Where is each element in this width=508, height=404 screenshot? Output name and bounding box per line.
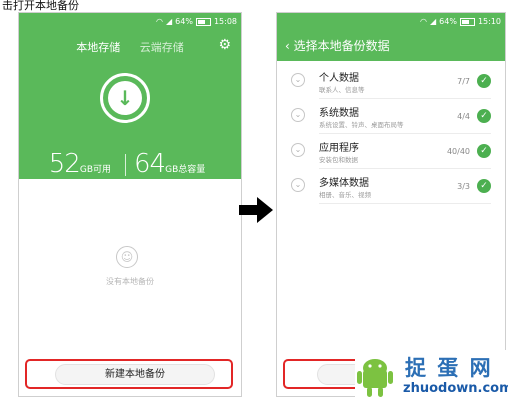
signal-icon: ◢ [166, 17, 173, 26]
item-desc: 联系人、信息等 [319, 86, 365, 94]
item-name: 系统数据 [319, 108, 359, 119]
divider [319, 133, 491, 134]
phone-screen-local-storage: ◠ ◢ 64% 15:08 本地存储 云端存储 ⚙ ↓ 52GB可用 64GB总容… [18, 12, 242, 397]
battery-percent: 64% [175, 17, 193, 26]
list-item-personal-data[interactable]: ⌄ 个人数据 联系人、信息等 7/7 ✓ [277, 65, 505, 99]
right-arrow-icon [239, 197, 273, 223]
storage-tabs: 本地存储 云端存储 [19, 39, 241, 55]
watermark-url: zhuodown.com [403, 381, 508, 396]
tab-cloud-storage[interactable]: 云端存储 [140, 41, 184, 54]
chevron-down-icon[interactable]: ⌄ [291, 143, 305, 157]
item-desc: 系统设置、铃声、桌面布局等 [319, 121, 404, 129]
status-bar: ◠ ◢ 64% 15:08 [156, 16, 237, 27]
empty-state-text: 没有本地备份 [106, 277, 154, 286]
item-count: 40/40 [446, 147, 470, 156]
wifi-icon: ◠ [156, 17, 163, 26]
gear-icon[interactable]: ⚙ [218, 37, 231, 53]
storage-divider [125, 154, 126, 176]
check-icon[interactable]: ✓ [477, 74, 491, 88]
item-count: 4/4 [457, 112, 470, 121]
new-local-backup-button[interactable]: 新建本地备份 [55, 364, 215, 385]
backup-button[interactable]: ↓ [108, 81, 142, 115]
item-name: 个人数据 [319, 73, 359, 84]
chevron-down-icon[interactable]: ⌄ [291, 178, 305, 192]
battery-icon [195, 17, 211, 26]
check-icon[interactable]: ✓ [477, 109, 491, 123]
watermark-chinese: 捉 蛋 网 [405, 356, 493, 380]
status-time: 15:10 [477, 17, 501, 26]
list-item-multimedia[interactable]: ⌄ 多媒体数据 相册、音乐、视频 3/3 ✓ [277, 170, 505, 204]
list-item-applications[interactable]: ⌄ 应用程序 安装包和数据 40/40 ✓ [277, 135, 505, 169]
divider [319, 203, 491, 204]
battery-percent: 64% [439, 17, 457, 26]
item-count: 7/7 [457, 77, 470, 86]
status-bar: ◠ ◢ 64% 15:10 [420, 16, 501, 27]
item-count: 3/3 [457, 182, 470, 191]
download-arrow-icon: ↓ [116, 86, 134, 110]
watermark: 捉 蛋 网 zhuodown.com [355, 350, 508, 404]
divider [319, 98, 491, 99]
storage-summary: 52GB可用 64GB总容量 [19, 149, 241, 179]
chevron-down-icon[interactable]: ⌄ [291, 73, 305, 87]
phone-screen-select-backup: ◠ ◢ 64% 15:10 ‹ 选择本地备份数据 ⌄ 个人数据 联系人、信息等 … [276, 12, 506, 397]
available-number: 52 [48, 149, 81, 179]
battery-icon [459, 17, 475, 26]
divider [319, 168, 491, 169]
header-bar: ◠ ◢ 64% 15:10 ‹ 选择本地备份数据 [277, 13, 505, 61]
total-number: 64 [134, 149, 166, 179]
total-unit: GB总容量 [165, 165, 206, 175]
check-icon[interactable]: ✓ [477, 144, 491, 158]
status-time: 15:08 [213, 17, 237, 26]
item-name: 应用程序 [319, 143, 359, 154]
chevron-down-icon[interactable]: ⌄ [291, 108, 305, 122]
item-desc: 安装包和数据 [319, 156, 358, 164]
available-unit: GB可用 [79, 165, 111, 175]
check-icon[interactable]: ✓ [477, 179, 491, 193]
signal-icon: ◢ [430, 17, 437, 26]
wifi-icon: ◠ [420, 17, 427, 26]
empty-smiley-icon: ☺ [116, 246, 138, 268]
caption-text: 击打开本地备份 [2, 0, 79, 12]
android-robot-logo [357, 359, 393, 397]
item-desc: 相册、音乐、视频 [319, 191, 371, 199]
back-title[interactable]: ‹ 选择本地备份数据 [285, 37, 390, 54]
tab-local-storage[interactable]: 本地存储 [76, 41, 120, 54]
list-item-system-data[interactable]: ⌄ 系统数据 系统设置、铃声、桌面布局等 4/4 ✓ [277, 100, 505, 134]
header-panel: ◠ ◢ 64% 15:08 本地存储 云端存储 ⚙ ↓ 52GB可用 64GB总容… [19, 13, 241, 179]
item-name: 多媒体数据 [319, 178, 369, 189]
